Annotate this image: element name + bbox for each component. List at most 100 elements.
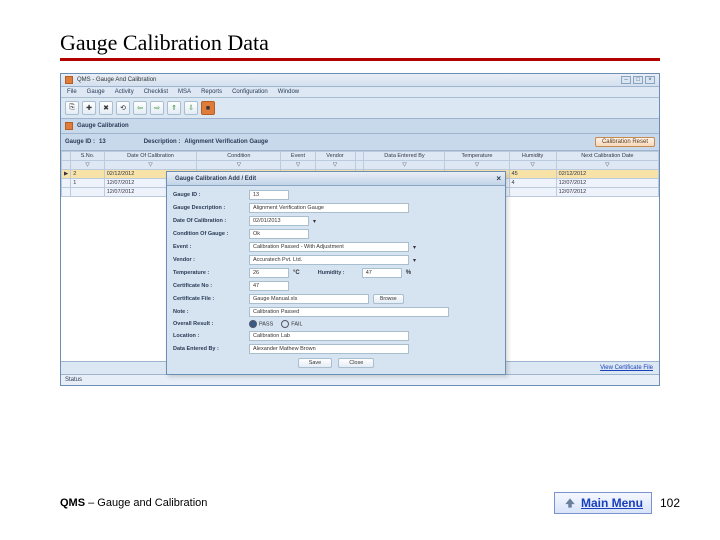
date-picker-icon[interactable]: ▾ xyxy=(313,218,316,225)
field-loc[interactable]: Calibration Lab xyxy=(249,331,409,341)
footer-left: QMS – Gauge and Calibration xyxy=(60,497,207,509)
lbl-event: Event : xyxy=(173,244,245,250)
toolbar-btn-2[interactable]: ✚ xyxy=(82,101,96,115)
grid-filter[interactable]: ▽ xyxy=(556,161,658,170)
lbl-vendor: Vendor : xyxy=(173,257,245,263)
app-icon xyxy=(65,76,73,84)
app-window: QMS - Gauge And Calibration – □ × File G… xyxy=(60,73,660,386)
subwindow-title: Gauge Calibration xyxy=(61,119,659,134)
grid-filter[interactable]: ▽ xyxy=(445,161,509,170)
lbl-overall: Overall Result : xyxy=(173,321,245,327)
toolbar-btn-3[interactable]: ✖ xyxy=(99,101,113,115)
desc-label: Description : xyxy=(144,139,181,145)
toolbar-btn-4[interactable]: ⟲ xyxy=(116,101,130,115)
menu-configuration[interactable]: Configuration xyxy=(232,89,268,95)
menu-gauge[interactable]: Gauge xyxy=(87,89,105,95)
lbl-date: Date Of Calibration : xyxy=(173,218,245,224)
grid-header[interactable]: Date Of Calibration xyxy=(104,152,196,161)
main-menu-button[interactable]: Main Menu xyxy=(554,492,652,514)
field-certfile[interactable]: Gauge Manual.xls xyxy=(249,294,369,304)
subwindow-icon xyxy=(65,122,73,130)
grid-filter[interactable]: ▽ xyxy=(315,161,355,170)
grid-header[interactable]: Temperature xyxy=(445,152,509,161)
info-bar: Gauge ID : 13 Description : Alignment Ve… xyxy=(61,134,659,151)
menu-checklist[interactable]: Checklist xyxy=(144,89,168,95)
close-button[interactable]: × xyxy=(645,76,655,84)
vendor-dd-icon[interactable]: ▾ xyxy=(413,257,416,264)
menu-msa[interactable]: MSA xyxy=(178,89,191,95)
page-number: 102 xyxy=(660,496,680,510)
grid-filter[interactable]: ▽ xyxy=(104,161,196,170)
grid-filter[interactable]: ▽ xyxy=(509,161,556,170)
grid-filter[interactable] xyxy=(355,161,364,170)
grid-header[interactable] xyxy=(62,152,71,161)
lbl-dataent: Data Entered By : xyxy=(173,346,245,352)
title-rule xyxy=(60,58,660,61)
grid-filter[interactable] xyxy=(62,161,71,170)
grid-header[interactable]: Data Entered By xyxy=(364,152,445,161)
menu-file[interactable]: File xyxy=(67,89,77,95)
toolbar-btn-7[interactable]: ⇑ xyxy=(167,101,181,115)
grid-filter[interactable]: ▽ xyxy=(281,161,315,170)
lbl-certfile: Certificate File : xyxy=(173,296,245,302)
grid-header[interactable] xyxy=(355,152,364,161)
close-button-dialog[interactable]: Close xyxy=(338,358,374,368)
dialog-title: Gauge Calibration Add / Edit xyxy=(175,176,256,182)
humid-unit: % xyxy=(406,270,411,276)
menu-reports[interactable]: Reports xyxy=(201,89,222,95)
toolbar-btn-5[interactable]: ⇦ xyxy=(133,101,147,115)
toolbar-btn-9[interactable]: ■ xyxy=(201,101,215,115)
event-dd-icon[interactable]: ▾ xyxy=(413,244,416,251)
field-certby[interactable]: 47 xyxy=(249,281,289,291)
field-vendor[interactable]: Accuratech Pvt. Ltd. xyxy=(249,255,409,265)
up-arrow-icon xyxy=(563,496,577,510)
toolbar: ⎘ ✚ ✖ ⟲ ⇦ ⇨ ⇑ ⇩ ■ xyxy=(61,98,659,119)
lbl-humid: Humidity : xyxy=(318,270,358,276)
field-temp[interactable]: 26 xyxy=(249,268,289,278)
toolbar-btn-8[interactable]: ⇩ xyxy=(184,101,198,115)
status-bar: Status xyxy=(61,374,659,385)
field-desc: Alignment Verification Gauge xyxy=(249,203,409,213)
field-dataent[interactable]: Alexander Mathew Brown xyxy=(249,344,409,354)
grid-header[interactable]: Event xyxy=(281,152,315,161)
grid-header[interactable]: Humidity xyxy=(509,152,556,161)
subwindow-label: Gauge Calibration xyxy=(77,123,129,129)
grid-header[interactable]: Condition xyxy=(197,152,281,161)
maximize-button[interactable]: □ xyxy=(633,76,643,84)
toolbar-btn-1[interactable]: ⎘ xyxy=(65,101,79,115)
toolbar-btn-6[interactable]: ⇨ xyxy=(150,101,164,115)
field-event[interactable]: Calibration Passed - With Adjustment xyxy=(249,242,409,252)
radio-pass[interactable]: PASS xyxy=(249,320,273,328)
radio-fail[interactable]: FAIL xyxy=(281,320,302,328)
grid-filter[interactable]: ▽ xyxy=(364,161,445,170)
field-cond[interactable]: Ok xyxy=(249,229,309,239)
menu-window[interactable]: Window xyxy=(278,89,299,95)
lbl-temp: Temperature : xyxy=(173,270,245,276)
menu-activity[interactable]: Activity xyxy=(115,89,134,95)
calibration-reset-button[interactable]: Calibration Reset xyxy=(595,137,655,147)
dialog-close-icon[interactable]: × xyxy=(496,174,501,183)
grid-area: S.No.Date Of CalibrationConditionEventVe… xyxy=(61,151,659,361)
grid-filter[interactable]: ▽ xyxy=(71,161,105,170)
lbl-loc: Location : xyxy=(173,333,245,339)
view-certificate-link[interactable]: View Certificate File xyxy=(600,365,653,371)
app-title: QMS - Gauge And Calibration xyxy=(77,77,156,83)
app-titlebar: QMS - Gauge And Calibration – □ × xyxy=(61,74,659,87)
field-humid[interactable]: 47 xyxy=(362,268,402,278)
lbl-certby: Certificate No : xyxy=(173,283,245,289)
minimize-button[interactable]: – xyxy=(621,76,631,84)
gauge-id-label: Gauge ID : xyxy=(65,139,95,145)
calibration-dialog: Gauge Calibration Add / Edit × Gauge ID … xyxy=(166,171,506,375)
slide-title: Gauge Calibration Data xyxy=(60,30,660,56)
grid-header[interactable]: Next Calibration Date xyxy=(556,152,658,161)
grid-header[interactable]: Vendor xyxy=(315,152,355,161)
grid-filter[interactable]: ▽ xyxy=(197,161,281,170)
lbl-note: Note : xyxy=(173,309,245,315)
field-date[interactable]: 02/01/2013 xyxy=(249,216,309,226)
desc-value: Alignment Verification Gauge xyxy=(184,139,268,145)
field-note[interactable]: Calibration Passed xyxy=(249,307,449,317)
browse-button[interactable]: Browse xyxy=(373,294,404,304)
save-button[interactable]: Save xyxy=(298,358,333,368)
menu-bar: File Gauge Activity Checklist MSA Report… xyxy=(61,87,659,98)
grid-header[interactable]: S.No. xyxy=(71,152,105,161)
